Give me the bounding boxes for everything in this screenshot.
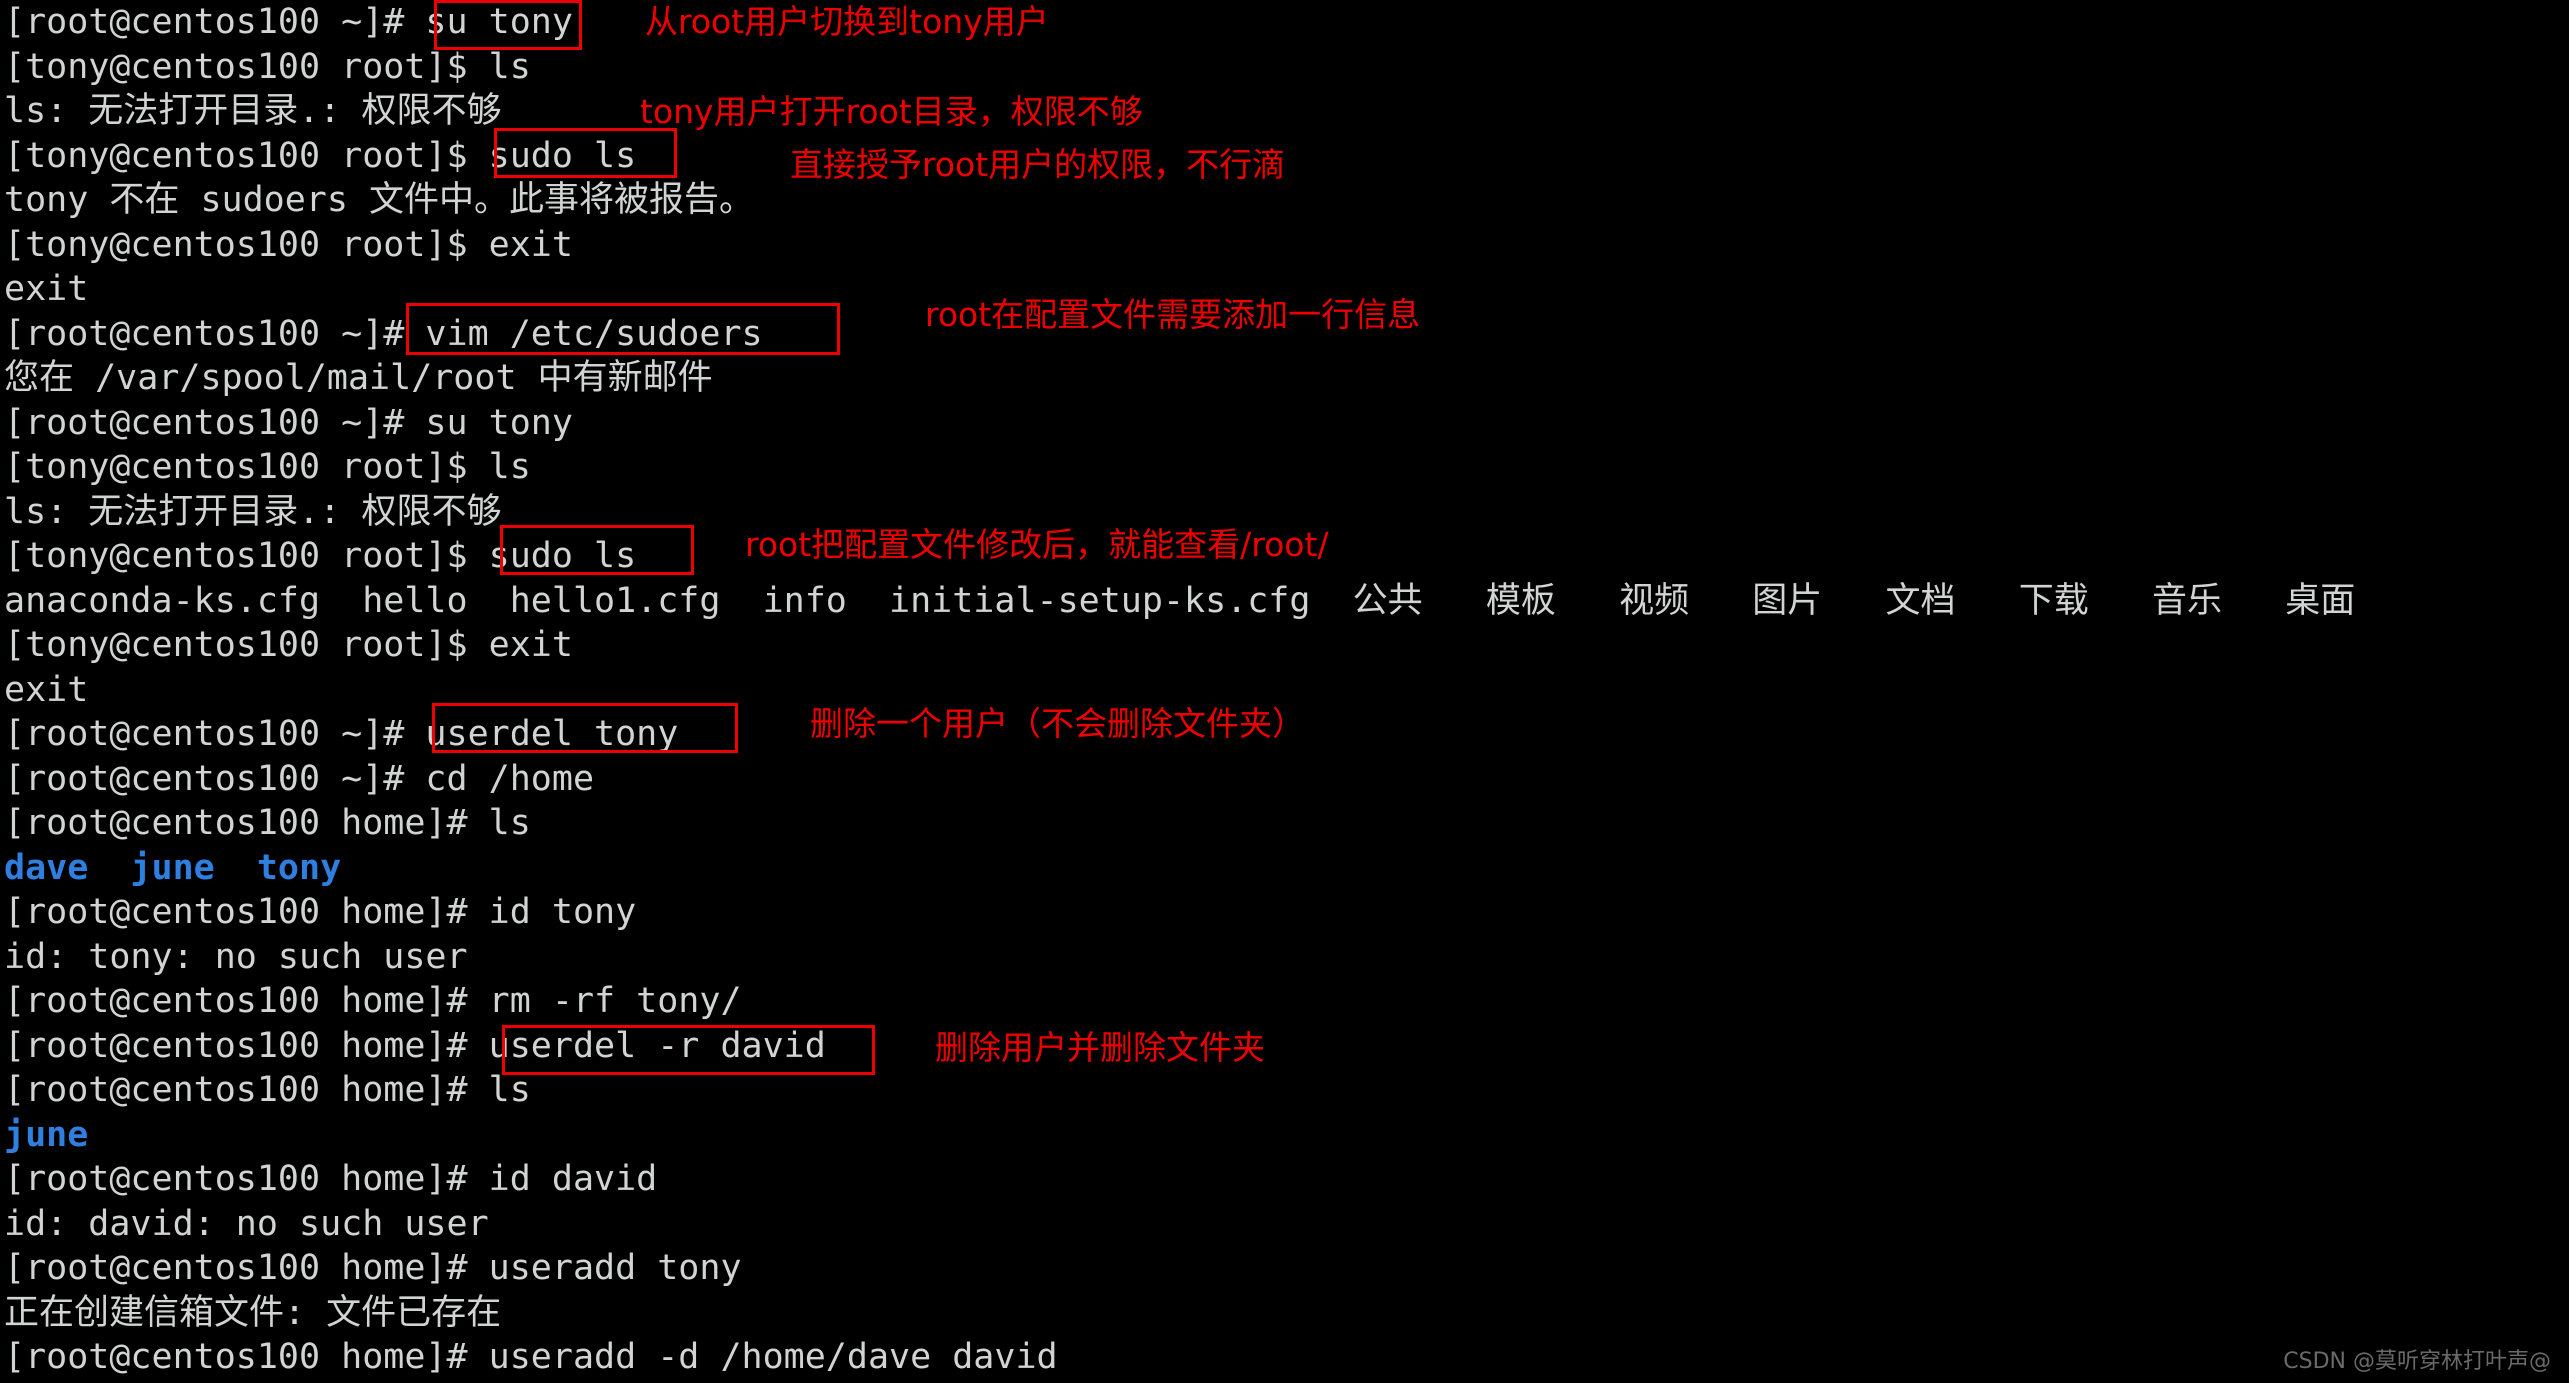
- terminal-line: [root@centos100 ~]# su tony: [4, 401, 2564, 446]
- terminal-window: [root@centos100 ~]# su tony [tony@centos1…: [0, 0, 2569, 1383]
- terminal-text-run: [root@centos100 ~]# cd /home: [4, 758, 595, 799]
- terminal-text-run: ls:: [4, 91, 89, 131]
- terminal-text-run: 桌面: [2285, 580, 2356, 621]
- terminal-text-run: 公共: [1352, 580, 1423, 621]
- terminal-text-run: [root@centos100 home]# ls: [4, 803, 531, 843]
- terminal-text-run: [tony@centos100 root]$ sudo ls: [4, 135, 637, 176]
- terminal-text-run: [root@centos100 home]# rm -rf tony/: [4, 981, 742, 1021]
- terminal-text-run: ls:: [4, 491, 89, 532]
- terminal-line: [root@centos100 home]# rm -rf tony/: [4, 979, 2564, 1024]
- terminal-text-run: 模板: [1485, 580, 1556, 621]
- terminal-text-run: [tony@centos100 root]$ exit: [4, 625, 573, 665]
- terminal-text-run: 音乐: [2152, 580, 2223, 621]
- terminal-text-run: 无法打开目录: [88, 491, 299, 532]
- terminal-line: [root@centos100 home]# useradd tony: [4, 1246, 2564, 1291]
- terminal-text-run: :: [284, 1292, 327, 1333]
- terminal-text-run: dave june tony: [4, 847, 342, 888]
- terminal-text-run: [tony@centos100 root]$ ls: [4, 447, 531, 487]
- terminal-line: id: tony: no such user: [4, 935, 2564, 980]
- terminal-text-run: 权限不够: [361, 91, 502, 131]
- terminal-text-run: 文件中。此事将被报告。: [369, 180, 755, 220]
- terminal-text-run: 视频: [1619, 580, 1690, 621]
- terminal-line: dave june tony: [4, 846, 2564, 891]
- userdel-r-note: 删除用户并删除文件夹: [935, 1028, 1265, 1067]
- terminal-text-run: 下载: [2018, 580, 2089, 621]
- terminal-text-run: anaconda-ks.cfg hello hello1.cfg info in…: [4, 580, 1353, 621]
- terminal-line: 您在 /var/spool/mail/root 中有新邮件: [4, 356, 2564, 401]
- userdel-note: 删除一个用户（不会删除文件夹）: [810, 704, 1305, 743]
- terminal-text-run: 无法打开目录: [88, 91, 299, 131]
- terminal-line: [root@centos100 home]# ls: [4, 1068, 2564, 1113]
- terminal-text-run: [2089, 581, 2152, 621]
- terminal-text-run: [1822, 581, 1885, 621]
- terminal-text-run: [1423, 581, 1486, 621]
- terminal-text-run: [tony@centos100 root]$ ls: [4, 46, 531, 87]
- terminal-text-run: id: tony: no such user: [4, 936, 468, 977]
- terminal-text-run: tony: [4, 180, 110, 220]
- terminal-line: [tony@centos100 root]$ exit: [4, 223, 2564, 268]
- terminal-text-run: [root@centos100 ~]# vim /etc/sudoers: [4, 313, 763, 354]
- terminal-text-run: [root@centos100 home]# ls: [4, 1070, 531, 1110]
- terminal-text-run: exit: [4, 269, 89, 309]
- terminal-text-run: /var/spool/mail/root: [74, 358, 538, 398]
- terminal-text-run: [root@centos100 ~]# su tony: [4, 2, 573, 42]
- terminal-text-run: [root@centos100 home]# id david: [4, 1159, 658, 1199]
- terminal-line: 正在创建信箱文件: 文件已存在: [4, 1291, 2564, 1336]
- terminal-text-run: [tony@centos100 root]$ exit: [4, 224, 573, 265]
- terminal-text-run: 文件已存在: [326, 1292, 502, 1333]
- terminal-text-run: 图片: [1752, 580, 1823, 621]
- terminal-line: [tony@centos100 root]$ ls: [4, 45, 2564, 90]
- switch-user-note: 从root用户切换到tony用户: [645, 2, 1049, 41]
- terminal-text-run: [root@centos100 home]# userdel -r david: [4, 1025, 826, 1066]
- terminal-line: id: david: no such user: [4, 1202, 2564, 1247]
- terminal-line: [root@centos100 home]# useradd -d /home/…: [4, 1335, 2564, 1380]
- terminal-text-run: .:: [298, 91, 362, 131]
- terminal-line: [root@centos100 ~]# su tony: [4, 0, 2564, 45]
- terminal-text-run: 不在: [109, 180, 180, 220]
- terminal-text-run: [root@centos100 ~]# userdel tony: [4, 714, 679, 754]
- terminal-text-run: 中有新邮件: [537, 358, 713, 398]
- edit-sudoers-note: root在配置文件需要添加一行信息: [925, 295, 1421, 334]
- terminal-text-run: 文档: [1885, 580, 1956, 621]
- terminal-text-run: 正在创建信箱文件: [4, 1292, 285, 1333]
- sudo-denied-note: 直接授予root用户的权限，不行滴: [790, 145, 1286, 184]
- terminal-line: [root@centos100 home]# id david: [4, 1157, 2564, 1202]
- csdn-watermark: CSDN @莫听穿林打叶声@: [2283, 1349, 2551, 1374]
- terminal-text-run: [root@centos100 home]# useradd tony: [4, 1248, 742, 1288]
- terminal-text-run: [root@centos100 home]# id tony: [4, 892, 637, 932]
- terminal-text-run: [1556, 581, 1619, 621]
- terminal-line: june: [4, 1113, 2564, 1158]
- terminal-text-run: 您在: [4, 358, 75, 398]
- terminal-line: tony 不在 sudoers 文件中。此事将被报告。: [4, 178, 2564, 223]
- terminal-text-run: june: [4, 1114, 89, 1155]
- terminal-line: [tony@centos100 root]$ ls: [4, 445, 2564, 490]
- terminal-line: ls: 无法打开目录.: 权限不够: [4, 89, 2564, 134]
- terminal-text-run: sudoers: [179, 180, 370, 220]
- terminal-output: [root@centos100 ~]# su tony [tony@centos1…: [4, 0, 2564, 1380]
- terminal-text-run: [1956, 581, 2019, 621]
- terminal-text-run: exit: [4, 669, 89, 710]
- terminal-text-run: [2222, 581, 2285, 621]
- terminal-text-run: [root@centos100 ~]# su tony: [4, 402, 573, 443]
- terminal-text-run: .:: [298, 491, 362, 532]
- terminal-text-run: 权限不够: [361, 491, 502, 532]
- terminal-line: [root@centos100 home]# id tony: [4, 890, 2564, 935]
- terminal-text-run: [1689, 581, 1752, 621]
- terminal-text-run: id: david: no such user: [4, 1203, 489, 1244]
- terminal-line: [root@centos100 home]# ls: [4, 801, 2564, 846]
- terminal-text-run: [tony@centos100 root]$ sudo ls: [4, 536, 637, 576]
- permission-note: tony用户打开root目录，权限不够: [640, 92, 1143, 131]
- terminal-text-run: [root@centos100 home]# useradd -d /home/…: [4, 1337, 1058, 1377]
- terminal-line: [root@centos100 ~]# cd /home: [4, 757, 2564, 802]
- terminal-line: [tony@centos100 root]$ exit: [4, 623, 2564, 668]
- sudo-works-note: root把配置文件修改后，就能查看/root/: [745, 525, 1329, 564]
- terminal-line: [root@centos100 home]# userdel -r david: [4, 1024, 2564, 1069]
- terminal-line: anaconda-ks.cfg hello hello1.cfg info in…: [4, 579, 2564, 624]
